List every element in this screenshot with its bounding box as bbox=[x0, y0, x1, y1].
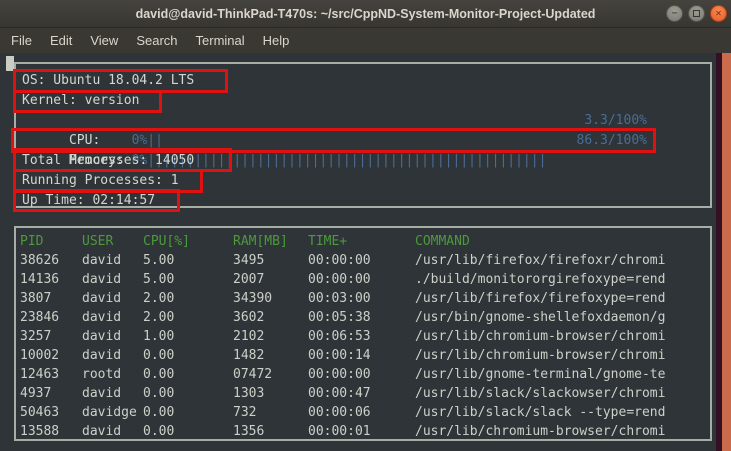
annotation-box-kernel bbox=[13, 90, 162, 113]
cell-time: 00:05:38 bbox=[308, 308, 415, 327]
table-row: 12463rootd0.000747200:00:00/usr/lib/gnom… bbox=[20, 365, 708, 384]
cell-ram: 732 bbox=[233, 403, 308, 422]
cell-cpu: 0.00 bbox=[143, 422, 233, 441]
cell-time: 00:00:47 bbox=[308, 384, 415, 403]
cell-time: 00:00:06 bbox=[308, 403, 415, 422]
maximize-button[interactable] bbox=[688, 5, 705, 22]
cell-user: david bbox=[82, 346, 143, 365]
table-row: 3807david2.003439000:03:00/usr/lib/firef… bbox=[20, 289, 708, 308]
table-row: 50463davidge0.0073200:00:06/usr/lib/slac… bbox=[20, 403, 708, 422]
menu-item-help[interactable]: Help bbox=[254, 33, 299, 48]
table-row: 4937david0.00130300:00:47/usr/lib/slack/… bbox=[20, 384, 708, 403]
minimize-button[interactable]: − bbox=[666, 5, 683, 22]
cell-command: /usr/lib/firefox/firefoxype=rend bbox=[415, 289, 708, 308]
header-user: USER bbox=[82, 232, 143, 251]
titlebar[interactable]: david@david-ThinkPad-T470s: ~/src/CppND-… bbox=[0, 0, 731, 28]
cell-pid: 23846 bbox=[20, 308, 82, 327]
desktop-wallpaper-orange-strip bbox=[722, 53, 731, 451]
cell-pid: 14136 bbox=[20, 270, 82, 289]
cell-pid: 3807 bbox=[20, 289, 82, 308]
menu-item-search[interactable]: Search bbox=[127, 33, 186, 48]
cell-user: rootd bbox=[82, 365, 143, 384]
table-row: 38626david5.00349500:00:00/usr/lib/firef… bbox=[20, 251, 708, 270]
header-time: TIME+ bbox=[308, 232, 415, 251]
minimize-icon: − bbox=[671, 9, 677, 19]
window-controls: − ✕ bbox=[666, 5, 727, 22]
cell-ram: 2007 bbox=[233, 270, 308, 289]
table-row: 14136david5.00200700:00:00./build/monito… bbox=[20, 270, 708, 289]
terminal-window: david@david-ThinkPad-T470s: ~/src/CppND-… bbox=[0, 0, 731, 451]
cell-cpu: 0.00 bbox=[143, 365, 233, 384]
cell-time: 00:00:00 bbox=[308, 251, 415, 270]
menubar: File Edit View Search Terminal Help bbox=[0, 28, 731, 53]
cell-time: 00:00:00 bbox=[308, 270, 415, 289]
cell-pid: 3257 bbox=[20, 327, 82, 346]
cell-ram: 3495 bbox=[233, 251, 308, 270]
cell-time: 00:03:00 bbox=[308, 289, 415, 308]
cell-cpu: 0.00 bbox=[143, 384, 233, 403]
cell-command: /usr/lib/slack/slack --type=rend bbox=[415, 403, 708, 422]
cell-command: /usr/lib/gnome-terminal/gnome-te bbox=[415, 365, 708, 384]
close-icon: ✕ bbox=[715, 9, 721, 19]
cell-time: 00:00:01 bbox=[308, 422, 415, 441]
close-button[interactable]: ✕ bbox=[710, 5, 727, 22]
cell-user: david bbox=[82, 251, 143, 270]
header-ram: RAM[MB] bbox=[233, 232, 308, 251]
cell-command: /usr/lib/chromium-browser/chromi bbox=[415, 422, 708, 441]
menu-item-terminal[interactable]: Terminal bbox=[187, 33, 254, 48]
cell-user: david bbox=[82, 308, 143, 327]
cell-cpu: 0.00 bbox=[143, 346, 233, 365]
cell-cpu: 5.00 bbox=[143, 270, 233, 289]
cell-ram: 1482 bbox=[233, 346, 308, 365]
table-row: 13588david0.00135600:00:01/usr/lib/chrom… bbox=[20, 422, 708, 441]
cell-pid: 12463 bbox=[20, 365, 82, 384]
cell-ram: 2102 bbox=[233, 327, 308, 346]
cell-pid: 4937 bbox=[20, 384, 82, 403]
menu-item-view[interactable]: View bbox=[81, 33, 127, 48]
menu-item-edit[interactable]: Edit bbox=[41, 33, 81, 48]
cell-ram: 3602 bbox=[233, 308, 308, 327]
cell-ram: 1356 bbox=[233, 422, 308, 441]
cell-command: ./build/monitororgirefoxype=rend bbox=[415, 270, 708, 289]
cell-user: david bbox=[82, 327, 143, 346]
cell-time: 00:00:00 bbox=[308, 365, 415, 384]
cell-user: david bbox=[82, 422, 143, 441]
window-title: david@david-ThinkPad-T470s: ~/src/CppND-… bbox=[136, 7, 596, 21]
cell-cpu: 1.00 bbox=[143, 327, 233, 346]
maximize-icon bbox=[693, 10, 700, 17]
process-table: PID USER CPU[%] RAM[MB] TIME+ COMMAND 38… bbox=[20, 232, 708, 441]
cell-cpu: 2.00 bbox=[143, 289, 233, 308]
cell-cpu: 0.00 bbox=[143, 403, 233, 422]
cell-cpu: 5.00 bbox=[143, 251, 233, 270]
cell-user: david bbox=[82, 384, 143, 403]
annotation-box-up-time bbox=[13, 189, 180, 212]
cell-time: 00:06:53 bbox=[308, 327, 415, 346]
process-table-header: PID USER CPU[%] RAM[MB] TIME+ COMMAND bbox=[20, 232, 708, 251]
table-row: 10002david0.00148200:00:14/usr/lib/chrom… bbox=[20, 346, 708, 365]
table-row: 3257david1.00210200:06:53/usr/lib/chromi… bbox=[20, 327, 708, 346]
cell-ram: 34390 bbox=[233, 289, 308, 308]
cell-command: /usr/lib/firefox/firefoxr/chromi bbox=[415, 251, 708, 270]
cell-cpu: 2.00 bbox=[143, 308, 233, 327]
cell-pid: 38626 bbox=[20, 251, 82, 270]
cell-pid: 13588 bbox=[20, 422, 82, 441]
terminal-screen[interactable]: OS: Ubuntu 18.04.2 LTS Kernel: version C… bbox=[0, 53, 731, 451]
cell-command: /usr/lib/slack/slackowser/chromi bbox=[415, 384, 708, 403]
cell-pid: 10002 bbox=[20, 346, 82, 365]
header-command: COMMAND bbox=[415, 232, 708, 251]
header-pid: PID bbox=[20, 232, 82, 251]
cell-user: davidge bbox=[82, 403, 143, 422]
cell-user: david bbox=[82, 270, 143, 289]
cell-command: /usr/bin/gnome-shellefoxdaemon/g bbox=[415, 308, 708, 327]
menu-item-file[interactable]: File bbox=[2, 33, 41, 48]
header-cpu: CPU[%] bbox=[143, 232, 233, 251]
cell-user: david bbox=[82, 289, 143, 308]
cell-pid: 50463 bbox=[20, 403, 82, 422]
table-row: 23846david2.00360200:05:38/usr/bin/gnome… bbox=[20, 308, 708, 327]
cell-ram: 1303 bbox=[233, 384, 308, 403]
cell-command: /usr/lib/chromium-browser/chromi bbox=[415, 346, 708, 365]
cell-ram: 07472 bbox=[233, 365, 308, 384]
cell-time: 00:00:14 bbox=[308, 346, 415, 365]
cell-command: /usr/lib/chromium-browser/chromi bbox=[415, 327, 708, 346]
